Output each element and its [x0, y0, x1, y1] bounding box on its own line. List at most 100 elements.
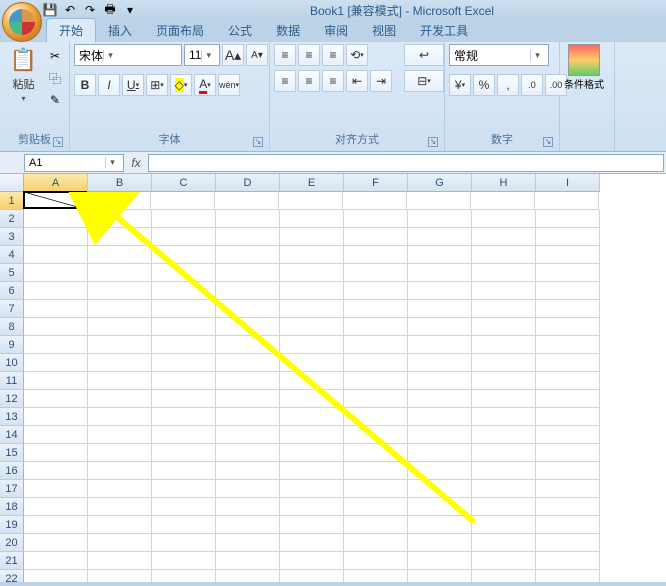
select-all-corner[interactable] — [0, 174, 24, 192]
cell-E2[interactable] — [280, 210, 344, 228]
cell-F3[interactable] — [344, 228, 408, 246]
column-header-F[interactable]: F — [344, 174, 408, 192]
cell-B6[interactable] — [88, 282, 152, 300]
cell-D2[interactable] — [216, 210, 280, 228]
cell-A17[interactable] — [24, 480, 88, 498]
cell-A5[interactable] — [24, 264, 88, 282]
cell-B18[interactable] — [88, 498, 152, 516]
cell-G11[interactable] — [408, 372, 472, 390]
row-header-2[interactable]: 2 — [0, 210, 24, 228]
cell-I16[interactable] — [536, 462, 600, 480]
row-header-6[interactable]: 6 — [0, 282, 24, 300]
cell-A19[interactable] — [24, 516, 88, 534]
cell-B22[interactable] — [88, 570, 152, 582]
cell-C1[interactable] — [151, 192, 215, 210]
cell-C10[interactable] — [152, 354, 216, 372]
cell-G6[interactable] — [408, 282, 472, 300]
fill-color-button[interactable]: ◇▾ — [170, 74, 192, 96]
cell-D9[interactable] — [216, 336, 280, 354]
cell-D19[interactable] — [216, 516, 280, 534]
cell-B9[interactable] — [88, 336, 152, 354]
cell-E12[interactable] — [280, 390, 344, 408]
cell-D12[interactable] — [216, 390, 280, 408]
cell-B13[interactable] — [88, 408, 152, 426]
cell-C5[interactable] — [152, 264, 216, 282]
tab-view[interactable]: 视图 — [360, 19, 408, 42]
wrap-text-button[interactable]: ↩ — [404, 44, 444, 66]
cell-A22[interactable] — [24, 570, 88, 582]
cell-F6[interactable] — [344, 282, 408, 300]
tab-developer[interactable]: 开发工具 — [408, 19, 480, 42]
cell-D4[interactable] — [216, 246, 280, 264]
align-top-button[interactable]: ≡ — [274, 44, 296, 66]
row-header-10[interactable]: 10 — [0, 354, 24, 372]
align-left-button[interactable]: ≡ — [274, 70, 296, 92]
cell-E14[interactable] — [280, 426, 344, 444]
office-button[interactable] — [2, 2, 42, 42]
cell-I19[interactable] — [536, 516, 600, 534]
cell-E9[interactable] — [280, 336, 344, 354]
name-box[interactable]: A1▾ — [24, 154, 124, 172]
cell-H22[interactable] — [472, 570, 536, 582]
cell-I15[interactable] — [536, 444, 600, 462]
orientation-button[interactable]: ⟲▾ — [346, 44, 368, 66]
cell-E6[interactable] — [280, 282, 344, 300]
cell-D14[interactable] — [216, 426, 280, 444]
shrink-font-button[interactable]: A▾ — [246, 44, 268, 66]
cell-D18[interactable] — [216, 498, 280, 516]
cell-H18[interactable] — [472, 498, 536, 516]
cell-G20[interactable] — [408, 534, 472, 552]
cell-H3[interactable] — [472, 228, 536, 246]
border-button[interactable]: ⊞▾ — [146, 74, 168, 96]
cell-A4[interactable] — [24, 246, 88, 264]
cell-C3[interactable] — [152, 228, 216, 246]
number-format-combo[interactable]: 常规▾ — [449, 44, 549, 66]
column-header-H[interactable]: H — [472, 174, 536, 192]
cell-C8[interactable] — [152, 318, 216, 336]
cell-C4[interactable] — [152, 246, 216, 264]
cell-I1[interactable] — [535, 192, 599, 210]
cell-C17[interactable] — [152, 480, 216, 498]
cell-G14[interactable] — [408, 426, 472, 444]
cell-B2[interactable] — [88, 210, 152, 228]
cell-A11[interactable] — [24, 372, 88, 390]
cell-H4[interactable] — [472, 246, 536, 264]
cell-A15[interactable] — [24, 444, 88, 462]
cell-C19[interactable] — [152, 516, 216, 534]
cell-F13[interactable] — [344, 408, 408, 426]
cell-G1[interactable] — [407, 192, 471, 210]
row-header-20[interactable]: 20 — [0, 534, 24, 552]
cell-C14[interactable] — [152, 426, 216, 444]
row-header-19[interactable]: 19 — [0, 516, 24, 534]
cell-E22[interactable] — [280, 570, 344, 582]
bold-button[interactable]: B — [74, 74, 96, 96]
qat-dropdown-icon[interactable]: ▾ — [122, 2, 138, 18]
cell-H6[interactable] — [472, 282, 536, 300]
cell-H16[interactable] — [472, 462, 536, 480]
cell-A8[interactable] — [24, 318, 88, 336]
decrease-indent-button[interactable]: ⇤ — [346, 70, 368, 92]
cell-B14[interactable] — [88, 426, 152, 444]
cell-G13[interactable] — [408, 408, 472, 426]
cell-A16[interactable] — [24, 462, 88, 480]
align-bottom-button[interactable]: ≡ — [322, 44, 344, 66]
cell-H10[interactable] — [472, 354, 536, 372]
cell-F2[interactable] — [344, 210, 408, 228]
cell-I5[interactable] — [536, 264, 600, 282]
cell-A18[interactable] — [24, 498, 88, 516]
cell-F12[interactable] — [344, 390, 408, 408]
cell-F15[interactable] — [344, 444, 408, 462]
cell-E20[interactable] — [280, 534, 344, 552]
cell-A6[interactable] — [24, 282, 88, 300]
cell-H5[interactable] — [472, 264, 536, 282]
cell-G10[interactable] — [408, 354, 472, 372]
cell-G12[interactable] — [408, 390, 472, 408]
row-header-11[interactable]: 11 — [0, 372, 24, 390]
cell-G21[interactable] — [408, 552, 472, 570]
cell-F9[interactable] — [344, 336, 408, 354]
cell-C20[interactable] — [152, 534, 216, 552]
cell-E16[interactable] — [280, 462, 344, 480]
row-header-16[interactable]: 16 — [0, 462, 24, 480]
cell-B19[interactable] — [88, 516, 152, 534]
cell-E5[interactable] — [280, 264, 344, 282]
